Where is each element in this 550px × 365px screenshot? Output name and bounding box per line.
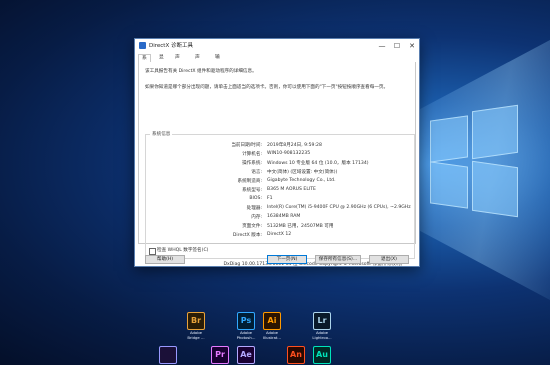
adobe-app-icon [159, 346, 177, 364]
tab-input[interactable]: 输入 [212, 54, 223, 68]
info-row: 系统制造商: Gigabyte Technology Co., Ltd. [146, 178, 414, 186]
info-row: 系统型号: B365 M AORUS ELITE [146, 187, 414, 195]
intro-text-line-1: 该工具报告有关 DirectX 组件和驱动程序的详细信息。 [145, 69, 257, 74]
dxdiag-window: DirectX 诊断工具 — ☐ ✕ 系统 显示 声音 1 声音 2 输入 该工… [134, 38, 420, 267]
info-value: B365 M AORUS ELITE [267, 187, 316, 192]
windows-logo-pane-bottom-right [472, 160, 518, 218]
desktop-icon-adobe-after-effects[interactable]: Ae [226, 346, 266, 364]
system-tab-panel: 该工具报告有关 DirectX 组件和驱动程序的详细信息。 如果你知道是哪个部分… [138, 62, 416, 267]
info-label: DirectX 版本: [232, 233, 262, 238]
info-value: 16384MB RAM [267, 214, 301, 219]
help-button[interactable]: 帮助(H) [145, 255, 185, 264]
intro-text-line-2: 如果你知道是哪个部分出现问题，请单击上面适当的选项卡。否则，你可以使用下面的"下… [145, 85, 389, 90]
desktop-icon-adobe-lightroom[interactable]: Lr Adobe Lightroo... [302, 312, 342, 340]
info-value: Intel(R) Core(TM) i5-9400F CPU @ 2.90GHz… [267, 205, 411, 210]
info-label: 操作系统: [242, 161, 262, 166]
info-value: Gigabyte Technology Co., Ltd. [267, 178, 336, 183]
info-value: DirectX 12 [267, 232, 292, 237]
minimize-button[interactable]: — [375, 39, 389, 53]
info-value: 中文(简体) (区域设置: 中文(简体)) [267, 170, 338, 175]
info-label: 系统制造商: [237, 179, 262, 184]
info-label: 页面文件: [242, 224, 262, 229]
adobe-audition-icon: Au [313, 346, 331, 364]
desktop-icon-adobe-bridge[interactable]: Br Adobe Bridge ... [176, 312, 216, 340]
windows-logo-pane-top-left [430, 115, 468, 163]
adobe-lightroom-icon: Lr [313, 312, 331, 330]
directx-app-icon [139, 42, 146, 49]
tab-display[interactable]: 显示 [156, 54, 167, 68]
info-label: 计算机名: [242, 152, 262, 157]
adobe-after-effects-icon: Ae [237, 346, 255, 364]
info-row: 语言: 中文(简体) (区域设置: 中文(简体)) [146, 169, 414, 177]
whql-checkbox-label[interactable]: 检查 WHQL 数字签名(C) [157, 247, 208, 253]
tab-system[interactable]: 系统 [138, 54, 151, 69]
desktop-icon-label: Illustrat... [262, 335, 282, 340]
info-row: 处理器: Intel(R) Core(TM) i5-9400F CPU @ 2.… [146, 205, 414, 213]
save-all-info-button[interactable]: 保存所有信息(S)... [315, 255, 361, 264]
desktop-icon-adobe-audition[interactable]: Au [302, 346, 342, 364]
info-row: 内存: 16384MB RAM [146, 214, 414, 222]
info-label: 处理器: [246, 206, 262, 211]
desktop-icon-adobe-app[interactable] [148, 346, 188, 364]
info-value: 2019年8月24日, 9:59:28 [267, 143, 322, 148]
adobe-bridge-icon: Br [187, 312, 205, 330]
info-value: 5132MB 已用，24507MB 可用 [267, 224, 334, 229]
exit-button[interactable]: 退出(X) [369, 255, 409, 264]
maximize-button[interactable]: ☐ [390, 39, 404, 53]
info-label: 当前日期/时间: [231, 143, 262, 148]
info-row: BIOS: F1 [146, 196, 414, 204]
windows-logo-pane-top-right [472, 104, 518, 160]
next-page-button[interactable]: 下一页(N) [267, 255, 307, 264]
info-label: BIOS: [249, 196, 262, 201]
info-label: 内存: [251, 215, 262, 220]
info-label: 语言: [251, 170, 262, 175]
info-row: 页面文件: 5132MB 已用，24507MB 可用 [146, 223, 414, 231]
info-row: 操作系统: Windows 10 专业版 64 位 (10.0，版本 17134… [146, 160, 414, 168]
info-label: 系统型号: [242, 188, 262, 193]
desktop-icon-label: Bridge ... [187, 335, 205, 340]
close-button[interactable]: ✕ [405, 39, 419, 53]
info-value: WIN10-908132235 [267, 151, 311, 156]
system-info-title: 系统信息 [150, 131, 173, 137]
tab-sound-2[interactable]: 声音 2 [192, 54, 203, 76]
info-row: DirectX 版本: DirectX 12 [146, 232, 414, 240]
window-title: DirectX 诊断工具 [149, 43, 193, 49]
system-info-group: 系统信息 当前日期/时间: 2019年8月24日, 9:59:28 计算机名: … [145, 131, 415, 259]
info-row: 计算机名: WIN10-908132235 [146, 151, 414, 159]
windows-logo-pane-bottom-left [430, 161, 468, 209]
info-value: Windows 10 专业版 64 位 (10.0，版本 17134) [267, 161, 369, 166]
desktop-icon-adobe-illustrator[interactable]: Ai Adobe Illustrat... [252, 312, 292, 340]
adobe-illustrator-icon: Ai [263, 312, 281, 330]
info-row: 当前日期/时间: 2019年8月24日, 9:59:28 [146, 142, 414, 150]
whql-checkbox[interactable] [149, 248, 156, 255]
title-bar[interactable]: DirectX 诊断工具 — ☐ ✕ [135, 39, 419, 53]
desktop-icon-label: Lightroo... [312, 335, 332, 340]
tab-sound-1[interactable]: 声音 1 [172, 54, 183, 76]
info-value: F1 [267, 196, 273, 201]
